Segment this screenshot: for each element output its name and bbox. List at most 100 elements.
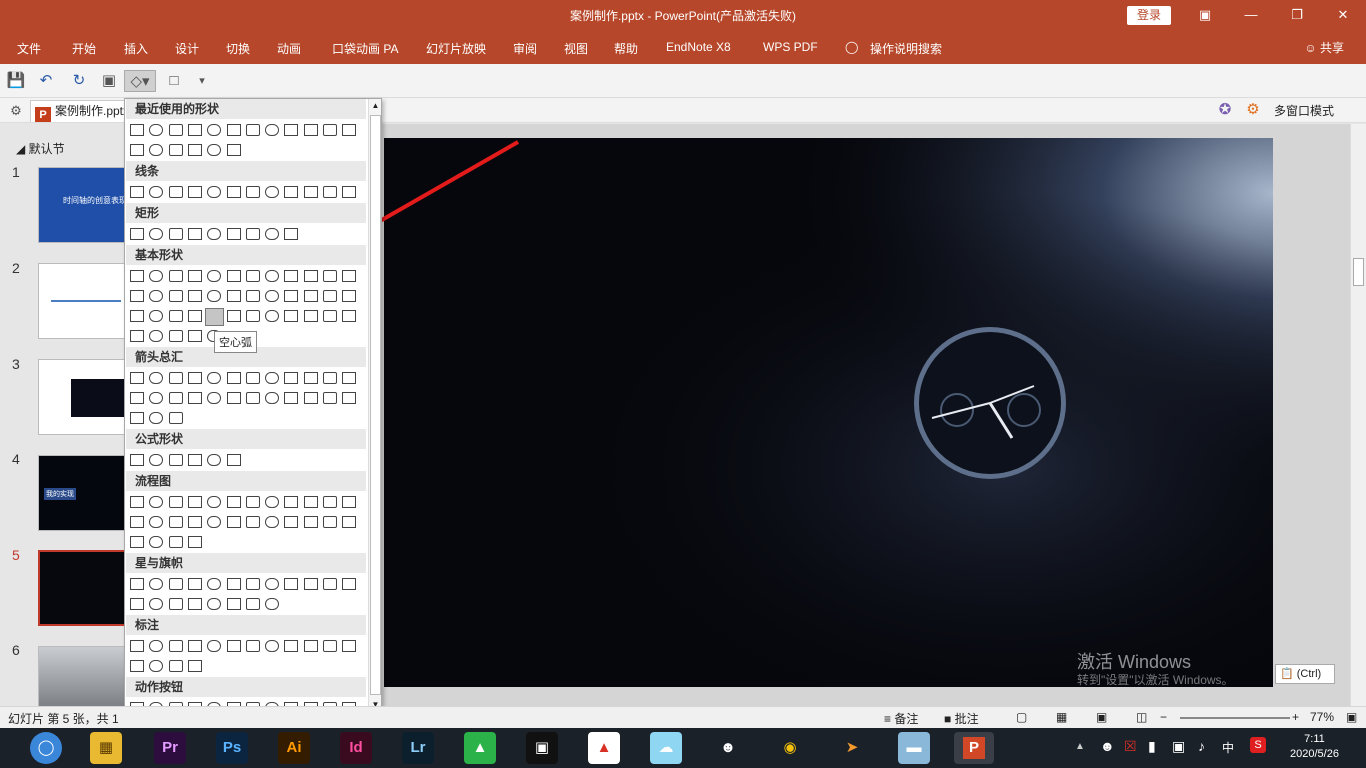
photoshop-icon[interactable]: Ps [216,732,248,764]
shape-icon[interactable] [187,124,202,136]
slideshow-icon[interactable]: ◫ [1136,710,1147,724]
shape-icon[interactable] [226,124,241,136]
shape-icon[interactable] [265,270,280,282]
shape-icon[interactable] [284,310,299,322]
shape-icon[interactable] [187,454,202,466]
scroll-up-icon[interactable]: ▲ [370,101,381,113]
shape-icon[interactable] [130,578,144,590]
shape-icon[interactable] [265,186,280,198]
shape-icon[interactable] [342,310,357,322]
shape-icon[interactable] [245,516,260,528]
reading-view-icon[interactable]: ▣ [1096,710,1107,724]
shape-icon[interactable] [187,392,202,404]
shape-icon[interactable] [323,186,337,198]
shape-icon[interactable] [265,598,280,610]
indesign-icon[interactable]: Id [340,732,372,764]
tray-display-icon[interactable]: ▣ [1172,738,1185,755]
shape-icon[interactable] [207,372,222,384]
shape-icon[interactable] [149,124,164,136]
shape-icon[interactable] [226,496,241,508]
shape-icon[interactable] [284,290,299,302]
shape-icon[interactable] [130,496,144,508]
shape-icon[interactable] [303,290,318,302]
shape-icon[interactable] [284,270,299,282]
sogou-ime-icon[interactable]: S [1250,737,1266,753]
shape-icon[interactable] [187,516,202,528]
shape-icon[interactable] [168,578,183,590]
shape-icon[interactable] [149,412,164,424]
shape-icon[interactable] [245,496,260,508]
shape-icon[interactable] [284,124,299,136]
green-app-icon[interactable]: ▲ [464,732,496,764]
comments-button[interactable]: ■ 批注 [944,710,979,727]
shape-icon[interactable] [245,372,260,384]
shape-icon[interactable] [342,372,357,384]
chrome-icon[interactable]: ◉ [774,732,806,764]
shape-icon[interactable] [284,372,299,384]
shape-icon[interactable] [130,412,144,424]
shape-icon[interactable] [130,660,144,672]
shape-icon[interactable] [284,640,299,652]
shape-icon[interactable] [149,290,164,302]
shape-icon[interactable] [303,310,318,322]
tray-battery-icon[interactable]: ▮ [1148,738,1156,755]
shape-icon[interactable] [284,578,299,590]
shape-icon[interactable] [168,536,183,548]
shape-icon[interactable] [245,186,260,198]
shape-icon[interactable] [168,290,183,302]
premiere-icon[interactable]: Pr [154,732,186,764]
shape-icon[interactable] [226,228,241,240]
lightroom-icon[interactable]: Lr [402,732,434,764]
red-app-icon[interactable]: ▲ [588,732,620,764]
shape-icon[interactable] [168,660,183,672]
shape-icon[interactable] [207,598,222,610]
shape-icon[interactable] [303,270,318,282]
shape-icon[interactable] [168,310,183,322]
shape-icon[interactable] [245,124,260,136]
tray-network-icon[interactable]: ☒ [1124,738,1137,755]
shape-icon[interactable] [149,496,164,508]
gallery-scroll-thumb[interactable] [370,115,381,695]
eraser-app-icon[interactable]: ▬ [898,732,930,764]
shape-icon[interactable] [342,516,357,528]
shape-icon[interactable] [168,144,183,156]
shape-icon[interactable] [284,228,299,240]
shape-icon[interactable] [168,372,183,384]
shape-icon[interactable] [187,598,202,610]
shape-icon[interactable] [130,290,144,302]
shape-icon[interactable] [245,310,260,322]
gallery-scrollbar[interactable]: ▲ ▼ [368,99,381,715]
shape-icon[interactable] [323,516,337,528]
shape-icon[interactable] [168,598,183,610]
shape-icon[interactable] [342,124,357,136]
shape-icon[interactable] [265,290,280,302]
shape-icon[interactable] [149,372,164,384]
shape-icon[interactable] [168,454,183,466]
shape-icon[interactable] [226,598,241,610]
shape-icon[interactable] [168,392,183,404]
shape-icon[interactable] [323,640,337,652]
shape-icon[interactable] [342,270,357,282]
shape-icon[interactable] [149,330,164,342]
shape-icon[interactable] [149,640,164,652]
powerpoint-taskbar-icon[interactable]: P [954,732,994,764]
shape-icon[interactable] [130,186,144,198]
notes-button[interactable]: ≡ 备注 [884,710,918,727]
shape-icon[interactable] [226,640,241,652]
shape-icon[interactable] [226,186,241,198]
shape-icon[interactable] [187,578,202,590]
shape-icon[interactable] [130,516,144,528]
shape-icon[interactable] [187,290,202,302]
shape-icon[interactable] [187,496,202,508]
shape-icon[interactable] [323,496,337,508]
shape-icon[interactable] [342,640,357,652]
shape-icon[interactable] [303,578,318,590]
shape-icon[interactable] [187,536,202,548]
shape-icon[interactable] [130,310,144,322]
shape-icon[interactable] [187,310,202,322]
shape-icon[interactable] [149,536,164,548]
shape-icon[interactable] [207,124,222,136]
shape-icon[interactable] [168,640,183,652]
shape-icon[interactable] [149,516,164,528]
zoom-out-icon[interactable]: − [1160,710,1167,724]
